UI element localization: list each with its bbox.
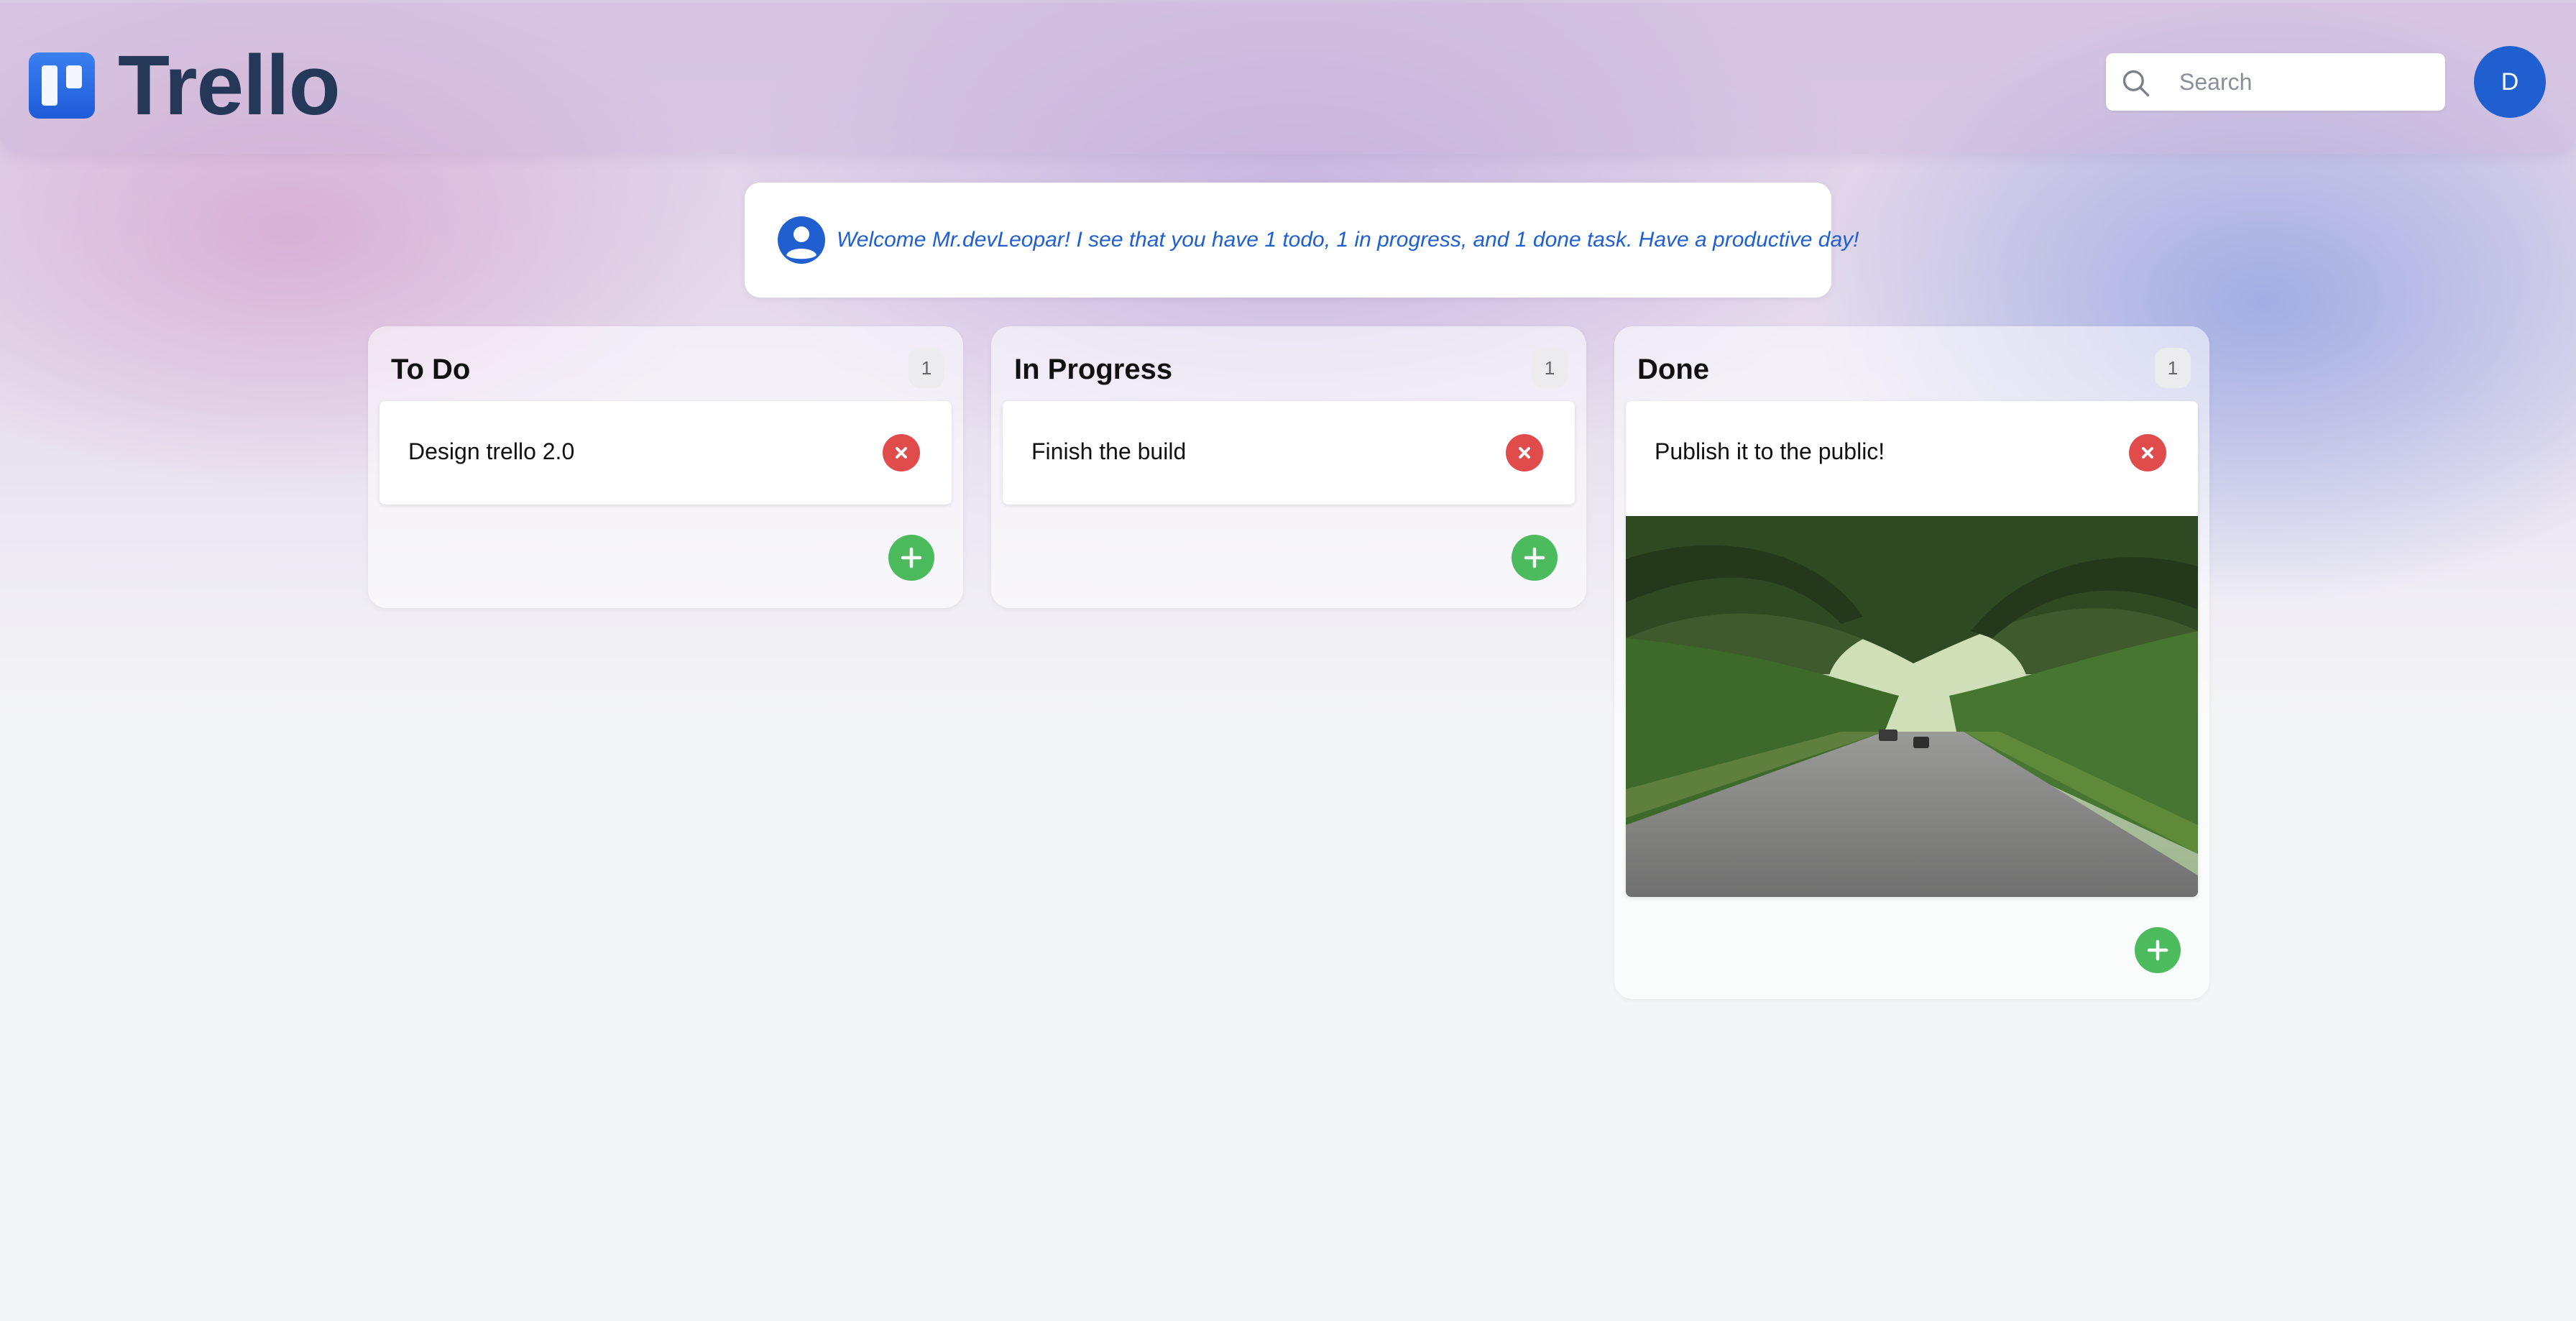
card-title: Publish it to the public! (1655, 438, 1885, 464)
delete-card-button[interactable] (2129, 434, 2166, 471)
welcome-message: Welcome Mr.devLeopar! I see that you hav… (837, 228, 1859, 252)
card-cover-image (1626, 516, 2198, 897)
add-card-button[interactable] (1512, 535, 1558, 581)
card-title: Finish the build (1031, 438, 1187, 464)
task-card[interactable]: Publish it to the public! (1626, 401, 2198, 897)
plus-icon (1524, 547, 1545, 569)
app-title: Trello (118, 38, 341, 133)
close-icon (1519, 447, 1530, 459)
avatar[interactable]: D (2474, 46, 2546, 118)
search-input[interactable] (2106, 53, 2445, 111)
task-card[interactable]: Finish the build (1003, 401, 1575, 505)
board-page: Trello D Welcome Mr.devLeopar! I see tha… (0, 0, 2576, 1321)
close-icon (2142, 447, 2153, 459)
column-header: In Progress 1 (991, 326, 1586, 401)
plus-icon (2147, 939, 2168, 961)
column-done: Done 1 Publish it to the public! (1614, 326, 2209, 999)
user-circle-icon (778, 216, 825, 264)
delete-card-button[interactable] (1506, 434, 1543, 471)
add-card-button[interactable] (888, 535, 934, 581)
card-title: Design trello 2.0 (408, 438, 575, 464)
column-todo: To Do 1 Design trello 2.0 (368, 326, 963, 608)
task-card[interactable]: Design trello 2.0 (380, 401, 952, 505)
column-title: Done (1637, 354, 1709, 385)
logo[interactable]: Trello (29, 38, 341, 133)
column-count-badge: 1 (1532, 348, 1568, 388)
close-icon (896, 447, 907, 459)
column-count-badge: 1 (2155, 348, 2191, 388)
delete-card-button[interactable] (883, 434, 920, 471)
column-count-badge: 1 (908, 348, 944, 388)
plus-icon (901, 547, 922, 569)
add-card-button[interactable] (2135, 927, 2181, 973)
search-icon (2122, 70, 2150, 97)
column-in-progress: In Progress 1 Finish the build (991, 326, 1586, 608)
column-title: In Progress (1014, 354, 1173, 385)
column-header: To Do 1 (368, 326, 963, 401)
search-box[interactable] (2106, 53, 2445, 111)
column-header: Done 1 (1614, 326, 2209, 401)
trello-logo-icon (29, 52, 95, 119)
top-header: Trello D (0, 3, 2576, 154)
welcome-banner: Welcome Mr.devLeopar! I see that you hav… (745, 183, 1859, 298)
column-title: To Do (391, 354, 471, 385)
